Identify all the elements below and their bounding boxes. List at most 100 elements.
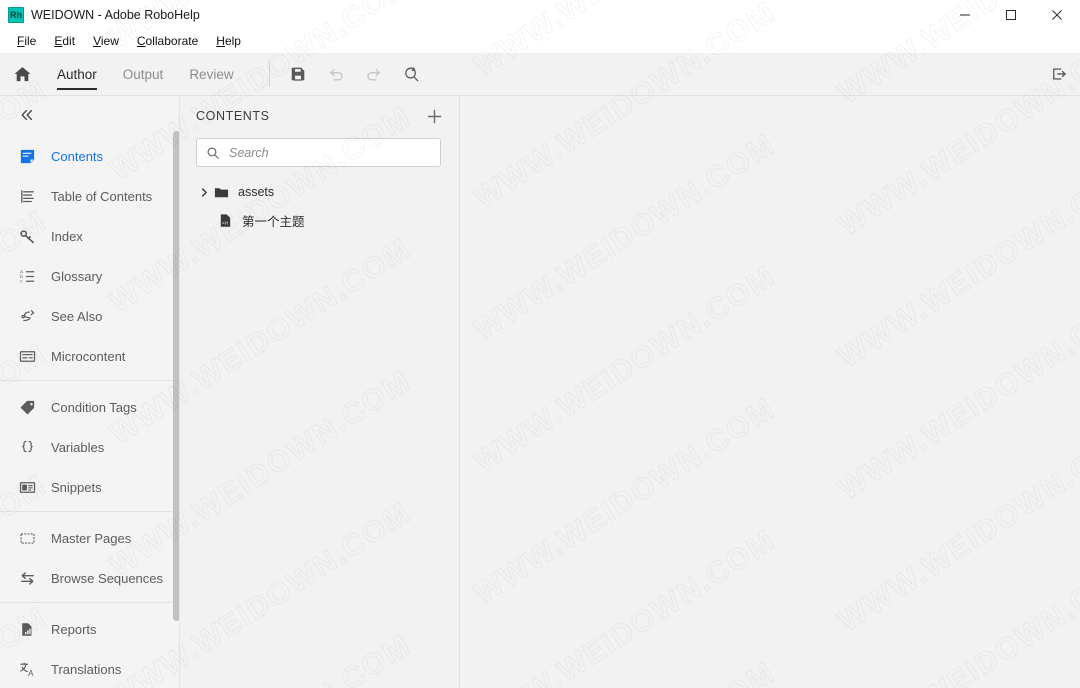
menu-bar: File Edit View Collaborate Help [0, 30, 1080, 53]
braces-icon [16, 436, 38, 458]
see-also-icon [16, 305, 38, 327]
svg-text:<H: <H [221, 220, 228, 226]
svg-text:A: A [28, 669, 34, 678]
window-title: WEIDOWN - Adobe RoboHelp [31, 8, 200, 22]
robohelp-window: Rh WEIDOWN - Adobe RoboHelp File Edit Vi… [0, 0, 1080, 688]
tab-author-label: Author [57, 66, 97, 82]
rail-group-1: Contents Table of Contents Index a b c G… [0, 134, 179, 376]
sidebar-item-see-also[interactable]: See Also [0, 296, 179, 336]
home-icon[interactable] [0, 53, 44, 95]
sidebar-item-contents-label: Contents [51, 148, 104, 164]
tab-review[interactable]: Review [176, 53, 246, 95]
menu-file-label: ile [24, 34, 37, 48]
search-icon [205, 145, 221, 161]
redo-icon[interactable] [361, 61, 387, 87]
menu-help[interactable]: Help [207, 30, 250, 53]
sidebar-item-table-of-contents-label: Table of Contents [51, 188, 153, 204]
app-body: Contents Table of Contents Index a b c G… [0, 96, 1080, 688]
svg-text:c: c [20, 279, 23, 284]
save-icon[interactable] [285, 61, 311, 87]
sidebar-item-contents[interactable]: Contents [0, 136, 179, 176]
sidebar-item-condition-tags[interactable]: Condition Tags [0, 387, 179, 427]
sidebar-item-variables[interactable]: Variables [0, 427, 179, 467]
sign-out-icon[interactable] [1050, 65, 1068, 83]
tab-author[interactable]: Author [44, 53, 110, 95]
menu-collaborate[interactable]: Collaborate [128, 30, 207, 53]
undo-icon[interactable] [323, 61, 349, 87]
tree-item-assets-label: assets [238, 185, 275, 199]
sidebar-item-index-label: Index [51, 228, 83, 244]
sidebar-item-translations[interactable]: A Translations [0, 649, 179, 688]
sidebar-item-microcontent-label: Microcontent [51, 348, 126, 364]
sidebar-item-browse-sequences[interactable]: Browse Sequences [0, 558, 179, 598]
sidebar-item-master-pages-label: Master Pages [51, 530, 132, 546]
menu-help-label: elp [224, 34, 241, 48]
contents-tree: assets <H 第一个主题 [180, 178, 459, 234]
toolbar-actions [285, 61, 425, 87]
tab-review-label: Review [189, 66, 234, 82]
sidebar-item-browse-sequences-label: Browse Sequences [51, 570, 164, 586]
sidebar-scrollbar[interactable] [173, 131, 179, 621]
window-controls [942, 0, 1080, 30]
glossary-abc-icon: a b c [16, 265, 38, 287]
find-and-replace-icon[interactable] [399, 61, 425, 87]
sidebar-item-index[interactable]: Index [0, 216, 179, 256]
menu-help-accel: H [216, 34, 225, 48]
table-of-contents-icon [16, 185, 38, 207]
editor-canvas[interactable] [460, 96, 1080, 688]
menu-edit-label: dit [62, 34, 76, 48]
sidebar-item-reports[interactable]: Reports [0, 609, 179, 649]
master-pages-icon [16, 527, 38, 549]
contents-panel-header: CONTENTS [180, 96, 459, 136]
sidebar-item-see-also-label: See Also [51, 308, 103, 324]
translations-icon: A [16, 658, 38, 680]
menu-collaborate-label: ollaborate [145, 34, 199, 48]
close-button[interactable] [1034, 0, 1080, 30]
sidebar-item-reports-label: Reports [51, 621, 97, 637]
search-box[interactable] [196, 138, 441, 167]
tree-item-topic-label: 第一个主题 [242, 214, 305, 229]
sidebar-item-snippets-label: Snippets [51, 479, 102, 495]
menu-view-accel: V [93, 34, 101, 48]
app-toolbar: Author Output Review [0, 53, 1080, 96]
sidebar-item-table-of-contents[interactable]: Table of Contents [0, 176, 179, 216]
contents-icon [16, 145, 38, 167]
reports-icon [16, 618, 38, 640]
maximize-button[interactable] [988, 0, 1034, 30]
browse-sequences-icon [16, 567, 38, 589]
search-input[interactable] [227, 144, 432, 161]
contents-panel: CONTENTS Search assets <H 第一个主题 [180, 96, 460, 688]
tree-item-topic[interactable]: <H 第一个主题 [180, 206, 459, 234]
mode-tabs: Author Output Review [44, 53, 247, 95]
tab-output[interactable]: Output [110, 53, 177, 95]
microcontent-icon [16, 345, 38, 367]
sidebar-item-microcontent[interactable]: Microcontent [0, 336, 179, 376]
tab-output-label: Output [122, 66, 164, 82]
rail-group-4: Reports A Translations [0, 607, 179, 688]
menu-view-label: iew [100, 34, 119, 48]
double-chevron-left-icon[interactable] [16, 104, 38, 126]
chevron-right-icon[interactable] [196, 187, 212, 198]
menu-view[interactable]: View [84, 30, 128, 53]
rail-group-2: Condition Tags Variables Snippets [0, 385, 179, 507]
sidebar-item-glossary[interactable]: a b c Glossary [0, 256, 179, 296]
sidebar-item-condition-tags-label: Condition Tags [51, 399, 137, 415]
rail-separator-2 [0, 511, 179, 512]
plus-icon[interactable] [423, 105, 445, 127]
left-rail: Contents Table of Contents Index a b c G… [0, 96, 180, 688]
rail-separator-1 [0, 380, 179, 381]
rail-collapse-row [0, 96, 179, 134]
rail-separator-3 [0, 602, 179, 603]
toolbar-divider [268, 61, 270, 87]
sidebar-item-glossary-label: Glossary [51, 268, 103, 284]
sidebar-item-master-pages[interactable]: Master Pages [0, 518, 179, 558]
app-icon: Rh [8, 7, 24, 23]
minimize-button[interactable] [942, 0, 988, 30]
page-title: CONTENTS [196, 109, 270, 123]
sidebar-item-snippets[interactable]: Snippets [0, 467, 179, 507]
snippets-icon [16, 476, 38, 498]
sidebar-item-translations-label: Translations [51, 661, 122, 677]
tree-item-assets[interactable]: assets [180, 178, 459, 206]
menu-file[interactable]: File [8, 30, 45, 53]
menu-edit[interactable]: Edit [45, 30, 84, 53]
